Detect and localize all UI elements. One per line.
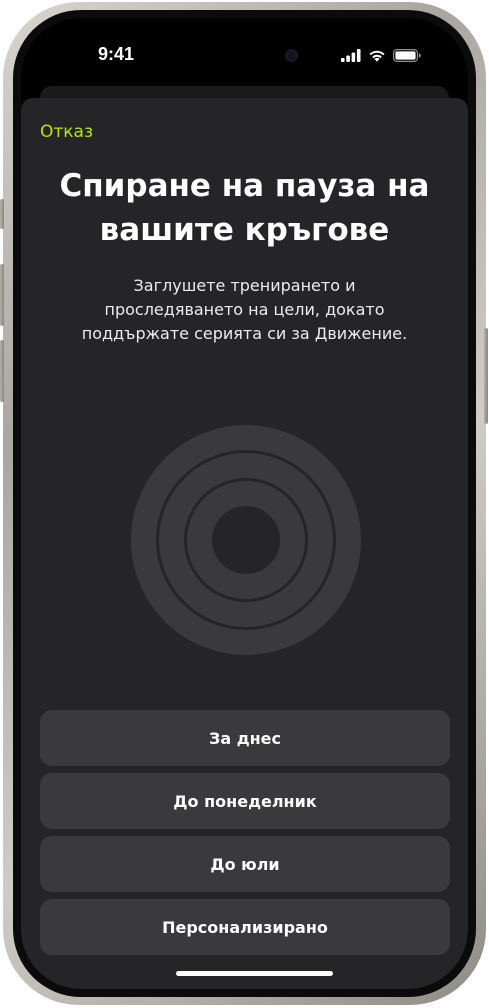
sheet-title: Спиране на пауза на вашите кръгове: [59, 168, 430, 248]
status-icons: [341, 45, 421, 65]
status-time: 9:41: [97, 44, 135, 64]
power-button: [484, 328, 488, 424]
sheet-description: Заглушете тренирането и проследяването н…: [81, 276, 408, 343]
pause-rings-sheet: Отказ Спиране на пауза на вашите кръгове…: [21, 98, 468, 989]
volume-down-button: [0, 340, 4, 402]
cellular-signal-icon: [341, 48, 361, 62]
cancel-button[interactable]: Отказ: [40, 122, 93, 142]
option-custom-button[interactable]: Персонализирано: [40, 899, 450, 955]
wifi-icon: [369, 50, 385, 62]
option-until-july-button[interactable]: До юли: [40, 836, 450, 892]
home-indicator[interactable]: [176, 971, 333, 976]
volume-up-button: [0, 264, 4, 326]
battery-icon: [393, 48, 421, 62]
option-until-monday-button[interactable]: До понеделник: [40, 773, 450, 829]
pause-options-list: За днес До понеделник До юли Персонализи…: [40, 710, 450, 962]
front-camera: [285, 49, 298, 62]
phone-frame: 9:41 Отказ Спиране на пауза на вашите кр…: [0, 2, 488, 1005]
phone-bezel: 9:41 Отказ Спиране на пауза на вашите кр…: [13, 10, 476, 997]
activity-rings-icon: [131, 425, 361, 655]
action-button: [0, 199, 4, 229]
screen: 9:41 Отказ Спиране на пауза на вашите кр…: [21, 18, 468, 989]
option-today-button[interactable]: За днес: [40, 710, 450, 766]
dynamic-island: [184, 39, 308, 72]
